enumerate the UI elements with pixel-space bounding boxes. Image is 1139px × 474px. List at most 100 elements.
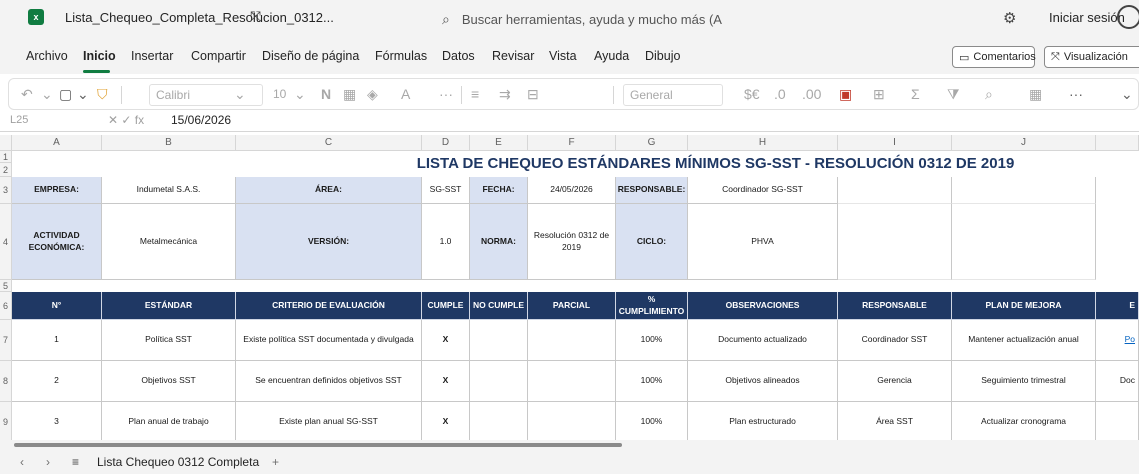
merge-icon[interactable]: ⊟ [527,86,539,103]
table-cell[interactable]: 100% [616,361,688,402]
menu-dibujo[interactable]: Dibujo [645,49,680,63]
column-header[interactable]: H [688,135,838,151]
column-header[interactable]: A [12,135,102,151]
row-header[interactable]: 9 [0,402,12,440]
next-sheet-icon[interactable]: › [46,455,50,469]
align-icon[interactable]: ≡ [471,86,479,102]
table-cell[interactable] [470,361,528,402]
more-format-button[interactable]: ··· [439,86,453,102]
decimal-icon[interactable]: .00 [802,86,821,102]
table-cell[interactable]: 1 [12,320,102,361]
fx-icon[interactable]: ✕ ✓ fx [108,113,144,127]
table-cell[interactable] [528,361,616,402]
add-sheet-button[interactable]: + [272,455,279,469]
add-ins-icon[interactable]: ▦ [1029,86,1042,103]
version-value[interactable]: 1.0 [422,204,470,280]
prev-sheet-icon[interactable]: ‹ [20,455,24,469]
conditional-format-icon[interactable]: ▣ [839,86,852,103]
menu-revisar[interactable]: Revisar [492,49,534,63]
comments-button[interactable]: ▭ Comentarios [952,46,1036,68]
table-cell[interactable]: 3 [12,402,102,440]
table-cell[interactable]: Área SST [838,402,952,440]
table-cell[interactable]: 100% [616,320,688,361]
table-cell[interactable] [470,402,528,440]
ciclo-value[interactable]: PHVA [688,204,838,280]
chevron-down-icon[interactable]: ⌄ [77,86,89,103]
table-header[interactable]: ESTÁNDAR [102,292,236,320]
empresa-label[interactable]: EMPRESA: [12,177,102,204]
chevron-down-icon[interactable]: ⌄ [294,86,306,103]
view-mode-button[interactable]: ⤧ Visualización [1044,46,1139,68]
paste-icon[interactable]: ▢ [59,86,72,103]
column-header[interactable]: E [470,135,528,151]
table-cell[interactable] [1096,402,1139,440]
table-header[interactable]: % CUMPLIMIENTO [616,292,688,320]
norma-value[interactable]: Resolución 0312 de 2019 [528,204,616,280]
row-header[interactable]: 5 [0,280,12,292]
table-cell[interactable] [528,320,616,361]
find-icon[interactable]: ⌕ [985,86,993,103]
table-cell[interactable]: Coordinador SST [838,320,952,361]
table-cell[interactable]: X [422,320,470,361]
table-header[interactable]: PLAN DE MEJORA [952,292,1096,320]
table-cell[interactable]: Objetivos SST [102,361,236,402]
area-value[interactable]: SG-SST [422,177,470,204]
menu-ayuda[interactable]: Ayuda [594,49,629,63]
table-header[interactable]: N° [12,292,102,320]
table-header[interactable]: OBSERVACIONES [688,292,838,320]
row-header[interactable]: 1 [0,151,12,163]
column-header[interactable]: C [236,135,422,151]
row-header[interactable]: 2 [0,163,12,177]
table-cell[interactable]: X [422,361,470,402]
spreadsheet-grid[interactable]: A B C D E F G H I J 1 2 3 4 5 6 7 8 9 LI… [0,135,1139,440]
document-title[interactable]: Lista_Chequeo_Completa_Resolucion_0312..… [65,10,334,25]
table-cell[interactable]: Plan anual de trabajo [102,402,236,440]
empty-cell[interactable] [952,204,1096,280]
table-cell[interactable]: Política SST [102,320,236,361]
horizontal-scrollbar[interactable] [0,440,1139,450]
row-header[interactable]: 3 [0,177,12,204]
empty-cell[interactable] [838,204,952,280]
empresa-value[interactable]: Indumetal S.A.S. [102,177,236,204]
edit-title-icon[interactable]: ⤧ [250,8,261,25]
table-header[interactable]: E [1096,292,1139,320]
sort-filter-icon[interactable]: ⧩ [947,86,960,103]
table-header[interactable]: RESPONSABLE [838,292,952,320]
menu-archivo[interactable]: Archivo [26,49,68,63]
norma-label[interactable]: NORMA: [470,204,528,280]
search-box[interactable]: ⌕ Buscar herramientas, ayuda y mucho más… [430,6,730,32]
number-format-select[interactable]: General [623,84,723,106]
menu-datos[interactable]: Datos [442,49,475,63]
table-cell[interactable]: Plan estructurado [688,402,838,440]
all-sheets-menu-icon[interactable]: ≡ [72,455,79,469]
table-cell[interactable]: 2 [12,361,102,402]
decimal-icon[interactable]: .0 [774,86,786,102]
currency-icon[interactable]: $€ [744,86,760,102]
table-header[interactable]: PARCIAL [528,292,616,320]
table-cell[interactable]: Seguimiento trimestral [952,361,1096,402]
empty-cell[interactable] [838,177,952,204]
menu-insertar[interactable]: Insertar [131,49,173,63]
menu-inicio[interactable]: Inicio [83,49,116,63]
column-header[interactable]: D [422,135,470,151]
row-header[interactable]: 4 [0,204,12,280]
settings-gear-icon[interactable]: ⚙ [1003,9,1016,27]
table-cell[interactable]: Se encuentran definidos objetivos SST [236,361,422,402]
more-options-button[interactable]: ··· [1069,86,1083,102]
table-cell[interactable]: Doc [1096,361,1139,402]
row-header[interactable]: 6 [0,292,12,320]
avatar[interactable] [1117,5,1139,29]
name-box[interactable]: L25 [6,112,96,130]
table-header[interactable]: CRITERIO DE EVALUACIÓN [236,292,422,320]
table-cell[interactable] [470,320,528,361]
chevron-down-icon[interactable]: ⌄ [41,86,53,103]
chevron-down-icon[interactable]: ⌄ [1121,86,1133,103]
actividad-value[interactable]: Metalmecánica [102,204,236,280]
table-cell[interactable]: 100% [616,402,688,440]
signin-link[interactable]: Iniciar sesión [1049,10,1125,25]
responsable-label[interactable]: RESPONSABLE: [616,177,688,204]
select-all-corner[interactable] [0,135,12,151]
wrap-text-icon[interactable]: ⇉ [499,86,511,103]
column-header[interactable]: B [102,135,236,151]
table-link-cell[interactable]: Po [1096,320,1139,361]
